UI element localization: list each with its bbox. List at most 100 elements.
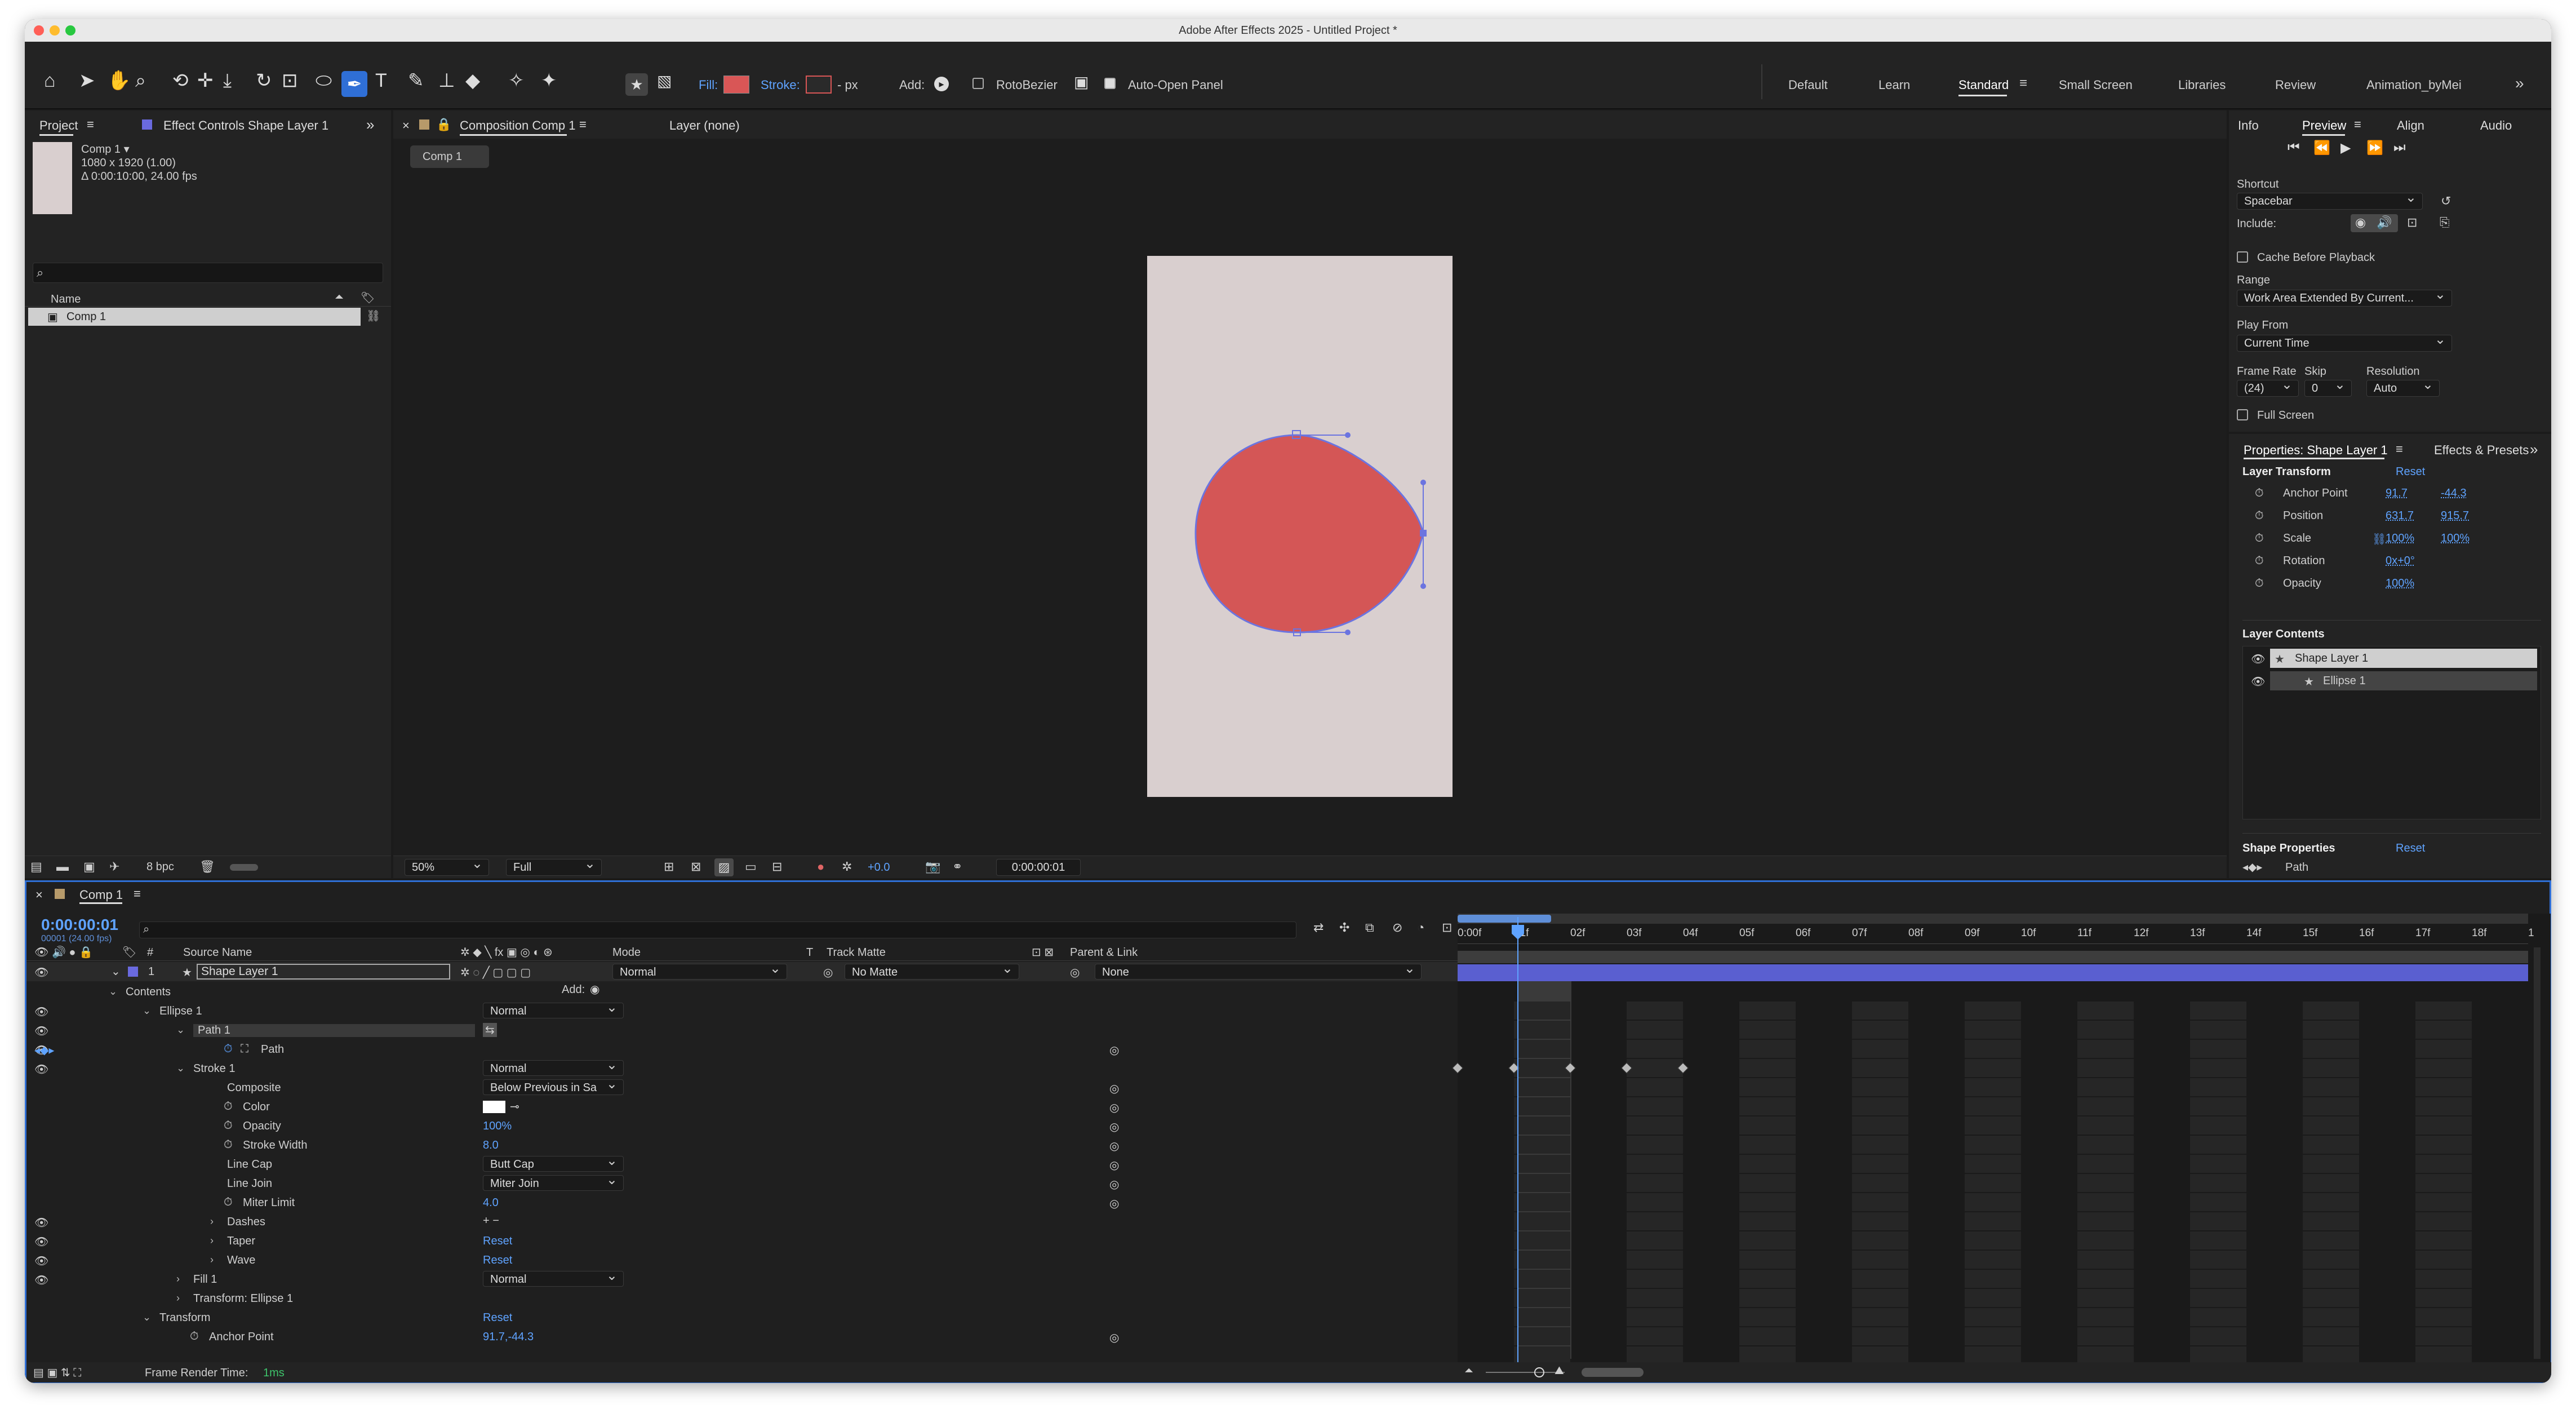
close-tab-icon[interactable]: ×: [402, 118, 410, 133]
transform-value[interactable]: 100%: [2386, 577, 2414, 590]
transform-value[interactable]: 631.7: [2386, 509, 2414, 522]
timeline-property-row[interactable]: 👁 › Dashes + −: [26, 1212, 1458, 1231]
timeline-property-row[interactable]: 👁 ⌄ Stroke 1 Normal: [26, 1059, 1458, 1078]
exposure-value[interactable]: +0.0: [868, 861, 890, 874]
snapshot-icon[interactable]: 📷: [925, 859, 940, 874]
tab-composition[interactable]: Composition Comp 1: [460, 118, 575, 133]
shape-layer-1[interactable]: [1147, 256, 1453, 797]
project-menu-icon[interactable]: ≡: [87, 117, 94, 132]
timeline-timecode[interactable]: 0:00:00:01: [41, 916, 118, 934]
collapsed-chevron-icon[interactable]: ›: [176, 1273, 180, 1285]
trash-icon[interactable]: 🗑: [199, 859, 215, 874]
play-icon[interactable]: ▶: [2340, 140, 2351, 156]
fill-label[interactable]: Fill:: [699, 78, 718, 92]
fill-swatch[interactable]: [723, 76, 749, 94]
zoom-slider-track[interactable]: [1486, 1372, 1565, 1373]
property-value[interactable]: 100%: [483, 1120, 512, 1133]
zoom-tool-icon[interactable]: ⌕: [135, 71, 146, 90]
workspace-learn[interactable]: Learn: [1878, 78, 1910, 92]
time-ruler[interactable]: 0:00f01f02f03f04f05f06f07f08f09f10f11f12…: [1458, 925, 2534, 944]
timeline-property-row[interactable]: ⏱ Color ⊸ ◎: [26, 1097, 1458, 1116]
col-mode[interactable]: Mode: [612, 946, 641, 959]
pan-tool-icon[interactable]: ✛: [197, 71, 214, 90]
expression-pickwhip-icon[interactable]: ◎: [1109, 1082, 1119, 1096]
expression-pickwhip-icon[interactable]: ◎: [1109, 1120, 1119, 1134]
anchor-tool-icon[interactable]: ⊡: [282, 71, 298, 90]
frame-rate-dropdown[interactable]: (24): [2237, 380, 2299, 397]
add-property-icon[interactable]: ▸: [934, 77, 949, 91]
property-visibility-icon[interactable]: 👁: [34, 1062, 48, 1076]
property-dropdown[interactable]: Normal: [483, 1060, 624, 1076]
render-icon[interactable]: ✈: [109, 859, 119, 874]
handle-point-bottom[interactable]: [1345, 630, 1351, 635]
timeline-property-row[interactable]: 👁 › Wave Reset: [26, 1251, 1458, 1270]
collapsed-chevron-icon[interactable]: ›: [210, 1235, 214, 1247]
layer-visibility-icon[interactable]: 👁: [34, 965, 48, 980]
layer-duration-bar[interactable]: [1458, 964, 2528, 981]
path-direction-icon[interactable]: ⇆: [483, 1023, 497, 1037]
shape-properties-reset[interactable]: Reset: [2396, 842, 2425, 855]
ellipse-visibility-icon[interactable]: 👁: [2251, 675, 2265, 689]
transform-value[interactable]: 100%: [2386, 532, 2414, 545]
include-audio-icon[interactable]: 🔊: [2377, 215, 2392, 230]
tab-info[interactable]: Info: [2238, 118, 2259, 133]
full-screen-checkbox[interactable]: [2237, 409, 2248, 420]
timeline-property-row[interactable]: Composite Below Previous in Sa ◎: [26, 1078, 1458, 1097]
workspace-review[interactable]: Review: [2275, 78, 2316, 92]
collapsed-chevron-icon[interactable]: ›: [210, 1216, 214, 1228]
stopwatch-icon[interactable]: ⏱: [2255, 509, 2264, 522]
panel-overflow-icon[interactable]: »: [366, 116, 374, 134]
parent-dropdown[interactable]: None: [1095, 964, 1422, 980]
layer-expand-icon[interactable]: ⌄: [111, 964, 121, 978]
stopwatch-icon[interactable]: ⏱: [2255, 487, 2264, 500]
property-value[interactable]: Reset: [483, 1311, 512, 1324]
mask-icon[interactable]: ▧: [657, 73, 672, 89]
property-value[interactable]: 91.7,-44.3: [483, 1331, 534, 1344]
work-area-bar[interactable]: [1458, 951, 2528, 963]
handle-point-right-upper[interactable]: [1420, 480, 1426, 485]
stopwatch-icon[interactable]: ⏱: [2255, 532, 2264, 545]
tab-layer[interactable]: Layer (none): [669, 118, 740, 133]
property-visibility-icon[interactable]: 👁: [34, 1254, 48, 1268]
timeline-property-row[interactable]: 👁 ⌄ Ellipse 1 Normal: [26, 1002, 1458, 1021]
pen-tool-icon[interactable]: ✒: [341, 71, 367, 97]
property-visibility-icon[interactable]: 👁: [34, 1005, 48, 1019]
project-search-input[interactable]: ⌕: [33, 263, 383, 283]
zoom-window-button[interactable]: [65, 25, 75, 36]
timeline-track-area[interactable]: 0:00f01f02f03f04f05f06f07f08f09f10f11f12…: [1452, 914, 2551, 1364]
shortcut-dropdown[interactable]: Spacebar: [2237, 193, 2423, 210]
handle-point-top[interactable]: [1345, 432, 1351, 438]
type-tool-icon[interactable]: T: [375, 71, 387, 90]
tab-project[interactable]: Project: [39, 118, 78, 133]
contents-item-shape-layer[interactable]: ★ Shape Layer 1: [2270, 649, 2537, 668]
auto-open-panel-checkbox[interactable]: [1104, 78, 1116, 89]
contents-item-ellipse[interactable]: ★ Ellipse 1: [2270, 671, 2537, 690]
resolution-dropdown[interactable]: Full: [506, 859, 602, 876]
property-value[interactable]: 4.0: [483, 1197, 499, 1209]
property-value[interactable]: Reset: [483, 1235, 512, 1248]
expression-pickwhip-icon[interactable]: ◎: [1109, 1177, 1119, 1191]
last-frame-icon[interactable]: ⏭: [2393, 140, 2406, 156]
add-dash-icon[interactable]: + −: [483, 1215, 499, 1228]
stroke-width[interactable]: - px: [837, 78, 858, 92]
workspace-standard[interactable]: Standard: [1958, 78, 2009, 92]
collapsed-chevron-icon[interactable]: ›: [176, 1292, 180, 1304]
brush-tool-icon[interactable]: ✎: [408, 71, 424, 90]
thumbnail-slider[interactable]: [230, 864, 258, 871]
current-time-indicator[interactable]: [1517, 917, 1518, 1362]
cache-before-playback-checkbox[interactable]: [2237, 251, 2248, 263]
include-overlays-icon[interactable]: ⊡: [2407, 215, 2417, 230]
expanded-chevron-icon[interactable]: ⌄: [109, 986, 117, 998]
timeline-horizontal-scrollbar[interactable]: [1582, 1368, 1644, 1377]
transform-value[interactable]: 0x+0°: [2386, 555, 2415, 568]
zoom-out-icon[interactable]: ⏶: [1464, 1364, 1473, 1377]
first-frame-icon[interactable]: ⏮: [2288, 140, 2300, 156]
close-timeline-icon[interactable]: ×: [35, 888, 43, 902]
project-item-row[interactable]: ▣ Comp 1: [28, 308, 361, 326]
skip-dropdown[interactable]: 0: [2304, 380, 2352, 397]
keyframe-navigator-icon[interactable]: ◂◆▸: [34, 1043, 54, 1057]
tab-align[interactable]: Align: [2397, 118, 2424, 133]
comp-menu-icon[interactable]: ≡: [579, 117, 587, 132]
puppet-tool-icon[interactable]: ✦: [541, 71, 557, 90]
new-comp-icon[interactable]: ▣: [83, 859, 95, 874]
